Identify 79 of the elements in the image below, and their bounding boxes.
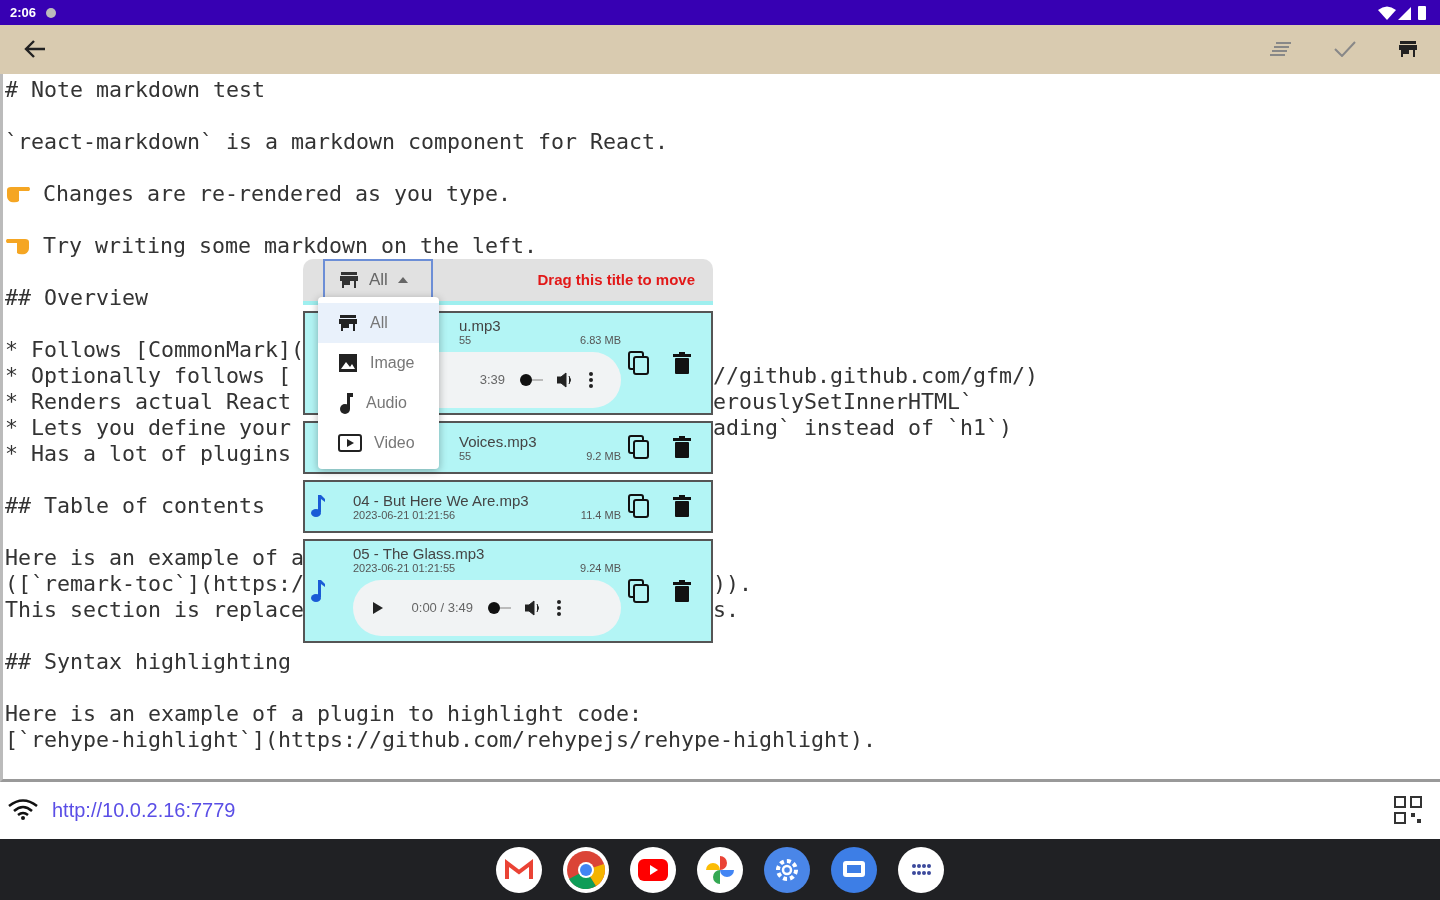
editor-line: * Has a lot of plugins xyxy=(5,440,291,467)
message-icon[interactable] xyxy=(831,846,877,893)
file-name: Voices.mp3 xyxy=(459,432,538,450)
status-icons xyxy=(1378,4,1428,21)
editor-line: This section is replace xyxy=(5,596,304,623)
menu-item[interactable]: Audio xyxy=(318,382,439,423)
mail-icon[interactable] xyxy=(496,846,542,893)
editor-line: Try writing some markdown on the left. xyxy=(43,232,538,259)
clock-time: 2:06 xyxy=(10,5,37,21)
video-icon xyxy=(338,432,362,453)
editor-line: * Lets you define your xyxy=(5,414,291,441)
pinwheel-icon[interactable] xyxy=(697,846,743,893)
copy-icon[interactable] xyxy=(627,493,651,520)
editor-line: Here is an example of a xyxy=(5,544,304,571)
more-icon[interactable] xyxy=(557,600,561,617)
editor-line: ([`remark-toc`](https:/ xyxy=(5,570,304,597)
copy-icon[interactable] xyxy=(627,434,651,461)
menu-item[interactable]: Video xyxy=(318,422,439,463)
copy-icon[interactable] xyxy=(627,349,651,376)
drag-hint: Drag this title to move xyxy=(537,271,695,289)
file-size: 9.2 MB xyxy=(586,449,621,462)
notification-icon xyxy=(44,6,59,19)
wifi-icon xyxy=(8,799,38,822)
file-name: 04 - But Here We Are.mp3 xyxy=(353,491,530,509)
editor-line: `react-markdown` is a markdown component for React. xyxy=(5,128,669,155)
markdown-editor[interactable] xyxy=(0,73,1440,782)
file-size: 9.24 MB xyxy=(580,562,621,575)
gear-icon[interactable] xyxy=(764,846,810,893)
editor-line: ## Syntax highlighting xyxy=(5,648,291,675)
menu-item[interactable]: Image xyxy=(318,342,439,383)
music-note-icon xyxy=(309,494,325,519)
editor-line: * Follows [CommonMark]( xyxy=(5,336,304,363)
file-date: 55 xyxy=(459,334,472,347)
editor-line: ## Overview xyxy=(5,284,148,311)
editor-line: s. xyxy=(713,596,740,623)
editor-line: Here is an example of a plugin to highlight code: xyxy=(5,700,643,727)
editor-line: )). xyxy=(713,570,753,597)
store-icon xyxy=(338,312,358,333)
editor-line: [`rehype-highlight`](https://github.com/rehypejs/rehype-highlight). xyxy=(5,726,877,753)
editor-line: ading` instead of `h1`) xyxy=(713,414,1013,441)
editor-line: Changes are re-rendered as you type. xyxy=(43,180,512,207)
file-name: u.mp3 xyxy=(459,317,502,335)
editor-line: erouslySetInnerHTML` xyxy=(713,388,974,415)
file-name: 05 - The Glass.mp3 xyxy=(353,545,486,563)
browser-icon[interactable] xyxy=(563,846,609,893)
delete-icon[interactable] xyxy=(673,436,691,459)
more-icon[interactable] xyxy=(589,372,593,389)
qr-code-icon[interactable] xyxy=(1394,796,1422,825)
file-date: 2023-06-21 01:21:55 xyxy=(353,562,456,575)
file-date: 55 xyxy=(459,449,472,462)
editor-line: # Note markdown test xyxy=(5,76,265,103)
audio-player[interactable]: 0:00 / 3:49 xyxy=(353,580,621,637)
music-note-icon xyxy=(338,391,354,414)
panel-header[interactable]: All Drag this title to move xyxy=(303,258,713,305)
video-play-icon[interactable] xyxy=(630,846,676,893)
menu-item[interactable]: All xyxy=(318,302,439,343)
file-size: 11.4 MB xyxy=(580,508,621,521)
editor-line: ## Table of contents xyxy=(5,492,265,519)
file-size: 6.83 MB xyxy=(580,334,621,347)
progress-slider[interactable] xyxy=(519,373,543,388)
file-date: 2023-06-21 01:21:56 xyxy=(353,508,456,521)
store-icon xyxy=(1398,39,1418,60)
server-url-link[interactable]: http://10.0.2.16:7779 xyxy=(52,798,236,822)
editor-line: * Optionally follows [ xyxy=(5,362,291,389)
music-note-icon xyxy=(309,578,325,603)
progress-slider[interactable] xyxy=(487,601,511,616)
delete-icon[interactable] xyxy=(673,495,691,518)
apps-grid-icon[interactable] xyxy=(898,846,944,893)
image-icon xyxy=(338,352,358,373)
play-icon[interactable] xyxy=(373,602,383,615)
player-time: 0:00 / 3:49 xyxy=(410,599,473,618)
delete-icon[interactable] xyxy=(673,351,691,374)
copy-icon[interactable] xyxy=(627,577,651,604)
caret-icon xyxy=(397,276,408,283)
editor-line: //github.github.com/gfm/) xyxy=(713,362,1039,389)
store-icon xyxy=(339,269,359,290)
delete-icon[interactable] xyxy=(673,579,691,602)
editor-line: * Renders actual React xyxy=(5,388,291,415)
player-time: 3:39 xyxy=(478,371,505,390)
